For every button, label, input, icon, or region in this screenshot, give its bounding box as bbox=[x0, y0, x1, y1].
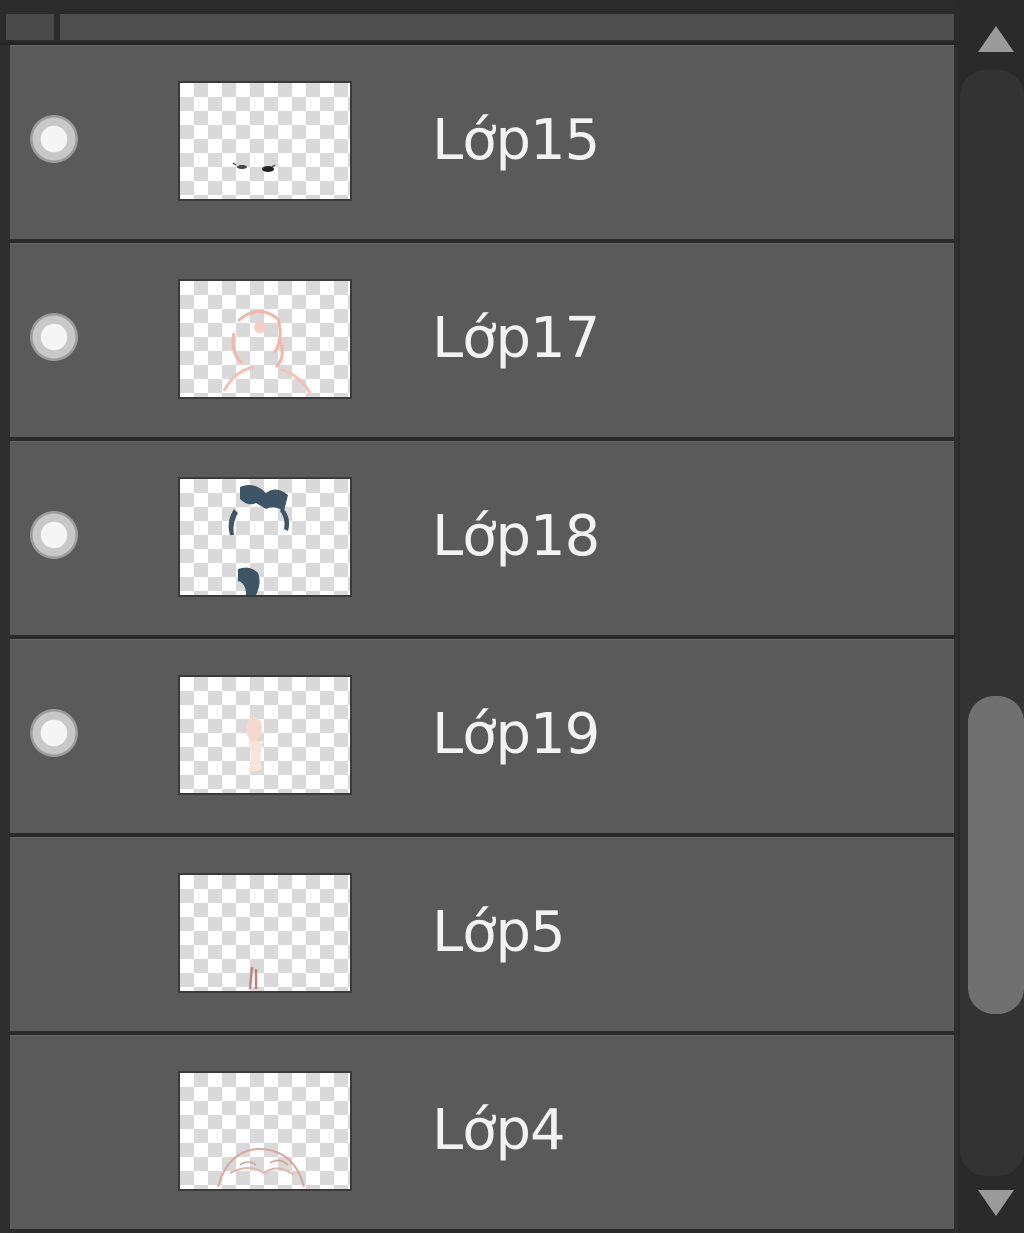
layer-name: Lớp17 bbox=[432, 306, 600, 371]
vertical-scrollbar[interactable] bbox=[958, 0, 1024, 1233]
scroll-down-arrow-icon[interactable] bbox=[978, 1190, 1014, 1216]
layer-thumbnail bbox=[178, 81, 352, 201]
layer-thumbnail bbox=[178, 279, 352, 399]
visibility-toggle-icon[interactable] bbox=[30, 313, 78, 361]
visibility-toggle-icon[interactable] bbox=[30, 709, 78, 757]
scroll-thumb[interactable] bbox=[968, 696, 1024, 1014]
layer-thumbnail bbox=[178, 675, 352, 795]
layer-name: Lớp15 bbox=[432, 108, 600, 173]
layer-name: Lớp19 bbox=[432, 702, 600, 767]
layer-thumbnail bbox=[178, 873, 352, 993]
layer-row-lop17[interactable]: Lớp17 bbox=[10, 243, 954, 441]
visibility-toggle-icon[interactable] bbox=[30, 511, 78, 559]
layer-row-lop5[interactable]: Lớp5 bbox=[10, 837, 954, 1035]
layer-name: Lớp18 bbox=[432, 504, 600, 569]
layer-thumbnail bbox=[178, 477, 352, 597]
layer-list: Lớp15 Lớp17 Lớp18 Lớp19 Lớp5 Lớp4 bbox=[10, 45, 954, 1233]
layers-header bbox=[0, 0, 958, 45]
layer-thumbnail bbox=[178, 1071, 352, 1191]
layer-name: Lớp5 bbox=[432, 900, 566, 965]
header-visibility-column[interactable] bbox=[6, 14, 54, 40]
layer-row-lop19[interactable]: Lớp19 bbox=[10, 639, 954, 837]
scroll-up-arrow-icon[interactable] bbox=[978, 26, 1014, 52]
layers-panel: Lớp15 Lớp17 Lớp18 Lớp19 Lớp5 Lớp4 bbox=[0, 0, 958, 1233]
visibility-toggle-icon[interactable] bbox=[30, 115, 78, 163]
layer-row-lop15[interactable]: Lớp15 bbox=[10, 45, 954, 243]
layer-row-lop4[interactable]: Lớp4 bbox=[10, 1035, 954, 1233]
layer-row-lop18[interactable]: Lớp18 bbox=[10, 441, 954, 639]
header-layer-column[interactable] bbox=[60, 14, 954, 40]
layer-name: Lớp4 bbox=[432, 1098, 566, 1163]
